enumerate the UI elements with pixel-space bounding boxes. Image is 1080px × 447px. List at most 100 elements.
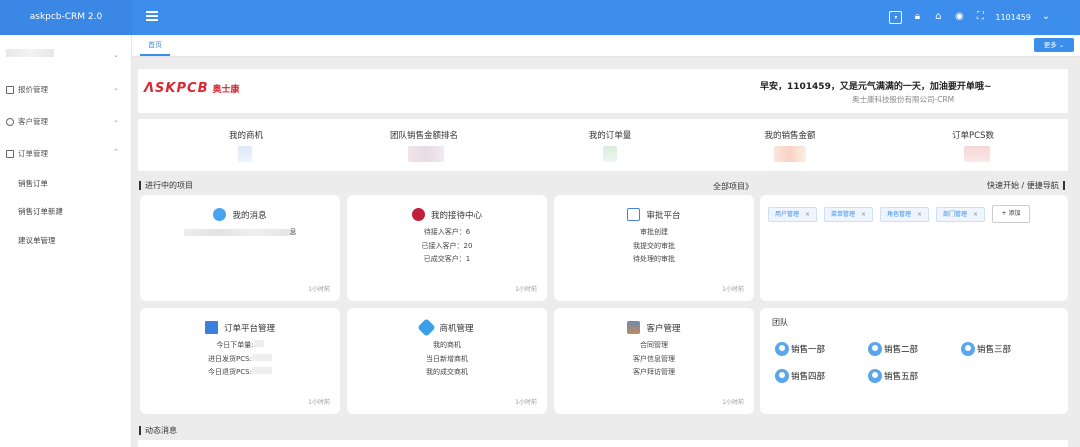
stat-value-blurred xyxy=(408,146,444,162)
close-icon[interactable]: × xyxy=(973,211,978,218)
panel-title-text: 商机管理 xyxy=(439,323,474,334)
panel-approval[interactable]: 审批平台 审批创建 我提交的审批 待处理的审批 1小时前 xyxy=(554,195,754,301)
panel-line[interactable]: 今日下单量: xyxy=(140,339,340,353)
panel-line[interactable]: 进日发货PCS: xyxy=(140,353,340,367)
shortcut-menu-management[interactable]: 菜单管理 × xyxy=(824,207,874,222)
panel-opportunity[interactable]: 商机管理 我的商机 当日新增商机 我的成交商机 1小时前 xyxy=(347,308,547,414)
shortcut-panel: 用户管理 × 菜单管理 × 角色管理 × 部门管理 × + 添加 xyxy=(760,195,1068,301)
panel-line[interactable]: 我的商机 xyxy=(347,339,547,353)
blurred-value xyxy=(251,367,272,374)
timestamp: 1小时前 xyxy=(515,286,537,293)
unlock-icon[interactable]: ⌂ xyxy=(932,11,944,23)
chevron-down-icon[interactable]: ⌄ xyxy=(1040,11,1052,23)
logo-text-cn: 奥士康 xyxy=(212,85,240,95)
team-group[interactable]: 销售二部 xyxy=(868,342,918,356)
panel-line[interactable]: 已成交客户：1 xyxy=(347,253,547,267)
sidebar-item-label: 客户管理 xyxy=(18,117,48,126)
tab-bar: 首页 更多 ⌄ xyxy=(132,35,1080,57)
all-projects-link[interactable]: 全部项目》 xyxy=(713,181,753,192)
team-group-label: 销售一部 xyxy=(791,345,826,355)
eye-icon[interactable]: ◉ xyxy=(953,11,965,23)
team-group-label: 销售五部 xyxy=(884,372,919,382)
panel-line[interactable]: 我的成交商机 xyxy=(347,366,547,380)
stat-value-blurred xyxy=(774,146,806,162)
menu-toggle-icon[interactable] xyxy=(146,11,158,23)
chevron-up-icon[interactable]: ⌃ xyxy=(113,148,119,156)
team-group[interactable]: 销售三部 xyxy=(961,342,1011,356)
stat-label[interactable]: 我的商机 xyxy=(186,129,306,141)
stat-label[interactable]: 团队销售金额排名 xyxy=(364,129,484,141)
fullscreen-icon[interactable]: ⛶ xyxy=(974,11,986,23)
sidebar-item-customer[interactable]: 客户管理 xyxy=(6,116,48,127)
close-icon[interactable]: × xyxy=(805,211,810,218)
add-shortcut-button[interactable]: + 添加 xyxy=(992,205,1030,223)
more-button[interactable]: 更多 ⌄ xyxy=(1034,38,1074,52)
sidebar-item-label: 报价管理 xyxy=(18,85,48,94)
panel-line[interactable]: 今日退货PCS: xyxy=(140,366,340,380)
line-text: 进日发货PCS: xyxy=(208,354,252,363)
app-title[interactable]: askpcb-CRM 2.0 xyxy=(0,0,132,35)
close-icon[interactable]: × xyxy=(917,211,922,218)
shortcut-role-management[interactable]: 角色管理 × xyxy=(880,207,930,222)
panel-customer[interactable]: 客户管理 合同管理 客户信息管理 客户拜访管理 1小时前 xyxy=(554,308,754,414)
team-title: 团队 xyxy=(772,318,788,327)
sidebar-sub-sales-order-new[interactable]: 销售订单新建 xyxy=(18,206,63,217)
panel-line[interactable]: 已接入客户：20 xyxy=(347,240,547,254)
user-name[interactable]: 1101459 xyxy=(995,13,1031,22)
panel-line[interactable]: 客户拜访管理 xyxy=(554,366,754,380)
sidebar-sub-suggestion[interactable]: 建议单管理 xyxy=(18,235,56,246)
chevron-down-icon[interactable]: ⌄ xyxy=(113,116,119,124)
panel-lines: 我的商机 当日新增商机 我的成交商机 xyxy=(347,339,547,380)
panel-line[interactable]: 我提交的审批 xyxy=(554,240,754,254)
team-group[interactable]: 销售四部 xyxy=(775,369,825,383)
panel-lines: 合同管理 客户信息管理 客户拜访管理 xyxy=(554,339,754,380)
sidebar-item-quote[interactable]: 报价管理 xyxy=(6,84,48,95)
timestamp: 1小时前 xyxy=(722,399,744,406)
team-icon xyxy=(775,342,789,356)
panel-line[interactable]: 待接入客户：6 xyxy=(347,226,547,240)
panel-line[interactable]: 当日新增商机 xyxy=(347,353,547,367)
panel-lines: 审批创建 我提交的审批 待处理的审批 xyxy=(554,226,754,267)
chevron-down-icon[interactable]: ⌄ xyxy=(113,51,119,59)
chip-label: 用户管理 xyxy=(775,211,800,218)
shortcut-user-management[interactable]: 用户管理 × xyxy=(768,207,818,222)
stat-label[interactable]: 我的销售金额 xyxy=(730,129,850,141)
section-dynamic-messages: 动态消息 xyxy=(139,426,177,435)
lock-icon[interactable]: 🔒︎ xyxy=(911,11,923,23)
stat-value-blurred xyxy=(603,146,617,162)
sidebar-item-order[interactable]: 订单管理 xyxy=(6,148,48,159)
chevron-down-icon[interactable]: ⌄ xyxy=(113,84,119,92)
panel-title: 客户管理 xyxy=(554,321,754,334)
panel-title-text: 审批平台 xyxy=(646,210,681,221)
tab-home[interactable]: 首页 xyxy=(140,40,170,56)
panel-line[interactable]: 客户信息管理 xyxy=(554,353,754,367)
panel-reception-center[interactable]: 我的接待中心 待接入客户：6 已接入客户：20 已成交客户：1 1小时前 xyxy=(347,195,547,301)
diamond-icon xyxy=(417,318,437,337)
message-icon xyxy=(213,208,227,221)
chip-label: 角色管理 xyxy=(887,211,912,218)
header-toolbar: ▾ 🔒︎ ⌂ ◉ ⛶ 1101459 ⌄ xyxy=(889,9,1052,25)
dropdown-box-icon[interactable]: ▾ xyxy=(889,10,903,24)
panel-order-platform[interactable]: 订单平台管理 今日下单量: 进日发货PCS: 今日退货PCS: 1小时前 xyxy=(140,308,340,414)
sidebar-sub-sales-order[interactable]: 销售订单 xyxy=(18,178,48,189)
approval-doc-icon xyxy=(627,208,641,221)
panel-my-messages[interactable]: 我的消息 息 1小时前 xyxy=(140,195,340,301)
user-icon xyxy=(6,117,14,126)
panel-line[interactable]: 审批创建 xyxy=(554,226,754,240)
logo-text-en: ΛSKPCB xyxy=(144,81,209,96)
customer-photo-icon xyxy=(627,321,641,334)
panel-line[interactable]: 合同管理 xyxy=(554,339,754,353)
welcome-banner: ΛSKPCB 奥士康 早安，1101459，又是元气满满的一天，加油要开单哦~ … xyxy=(138,69,1068,113)
timestamp: 1小时前 xyxy=(308,286,330,293)
panel-title: 订单平台管理 xyxy=(140,321,340,334)
panel-line[interactable]: 待处理的审批 xyxy=(554,253,754,267)
sidebar: ⌄ 报价管理 ⌄ 客户管理 ⌄ 订单管理 ⌃ 销售订单 销售订单新建 建议单管理 xyxy=(0,35,132,447)
team-panel: 团队 销售一部 销售二部 销售三部 销售四部 销售五部 xyxy=(760,308,1068,414)
stat-label[interactable]: 我的订单量 xyxy=(550,129,670,141)
team-group[interactable]: 销售五部 xyxy=(868,369,918,383)
stat-label[interactable]: 订单PCS数 xyxy=(913,129,1033,141)
team-group[interactable]: 销售一部 xyxy=(775,342,825,356)
close-icon[interactable]: × xyxy=(861,211,866,218)
shortcut-dept-management[interactable]: 部门管理 × xyxy=(936,207,986,222)
sidebar-user-blurred[interactable] xyxy=(6,49,54,57)
